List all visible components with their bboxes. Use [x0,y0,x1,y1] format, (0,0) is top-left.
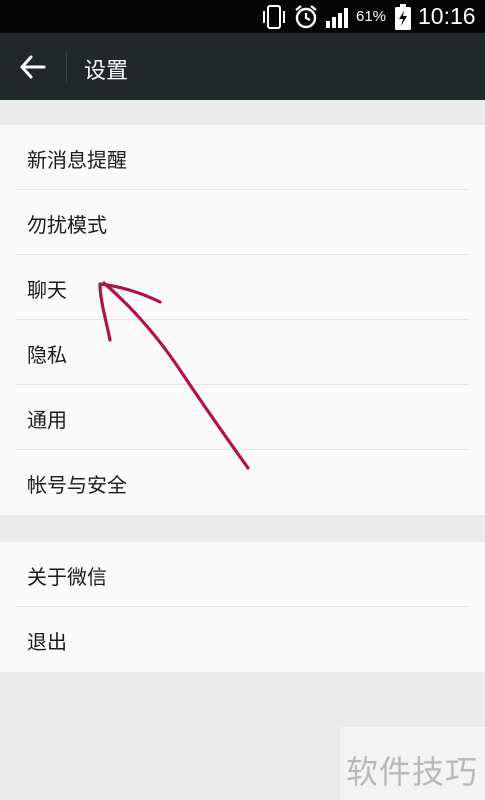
settings-item-label: 退出 [27,630,67,654]
status-bar: 61% 10:16 [0,0,485,33]
watermark-text: 软件技巧 [346,753,479,791]
settings-item-label: 勿扰模式 [27,213,107,237]
battery-percent: 61% [356,8,387,25]
settings-item-label: 帐号与安全 [27,473,127,497]
settings-item-general[interactable]: 通用 [0,385,485,450]
settings-item-new-message-alerts[interactable]: 新消息提醒 [0,125,485,190]
vibrate-icon [262,4,286,34]
back-button[interactable] [12,49,52,85]
settings-item-privacy[interactable]: 隐私 [0,320,485,385]
settings-group-main: 新消息提醒 勿扰模式 聊天 隐私 通用 帐号与安全 [0,125,485,515]
settings-screen: 61% 10:16 设置 新消息提醒 勿扰模式 聊天 隐私 通用 帐号与安全 关… [0,0,485,800]
header-divider [66,51,67,82]
alarm-clock-icon [293,4,319,34]
settings-item-label: 新消息提醒 [27,148,127,172]
battery-charging-icon [394,3,412,35]
settings-item-logout[interactable]: 退出 [0,607,485,672]
settings-group-secondary: 关于微信 退出 [0,542,485,672]
clock-time: 10:16 [418,3,476,29]
settings-item-account-security[interactable]: 帐号与安全 [0,450,485,515]
settings-item-about-wechat[interactable]: 关于微信 [0,542,485,607]
settings-item-label: 聊天 [27,278,67,302]
settings-item-label: 隐私 [27,343,67,367]
app-header: 设置 [0,33,485,100]
signal-icon [325,4,353,34]
watermark: 软件技巧 [340,727,485,800]
arrow-left-icon [20,55,46,79]
settings-item-label: 通用 [27,408,67,432]
settings-item-chat[interactable]: 聊天 [0,255,485,320]
settings-item-label: 关于微信 [27,565,107,589]
settings-item-do-not-disturb[interactable]: 勿扰模式 [0,190,485,255]
page-title: 设置 [84,59,129,84]
